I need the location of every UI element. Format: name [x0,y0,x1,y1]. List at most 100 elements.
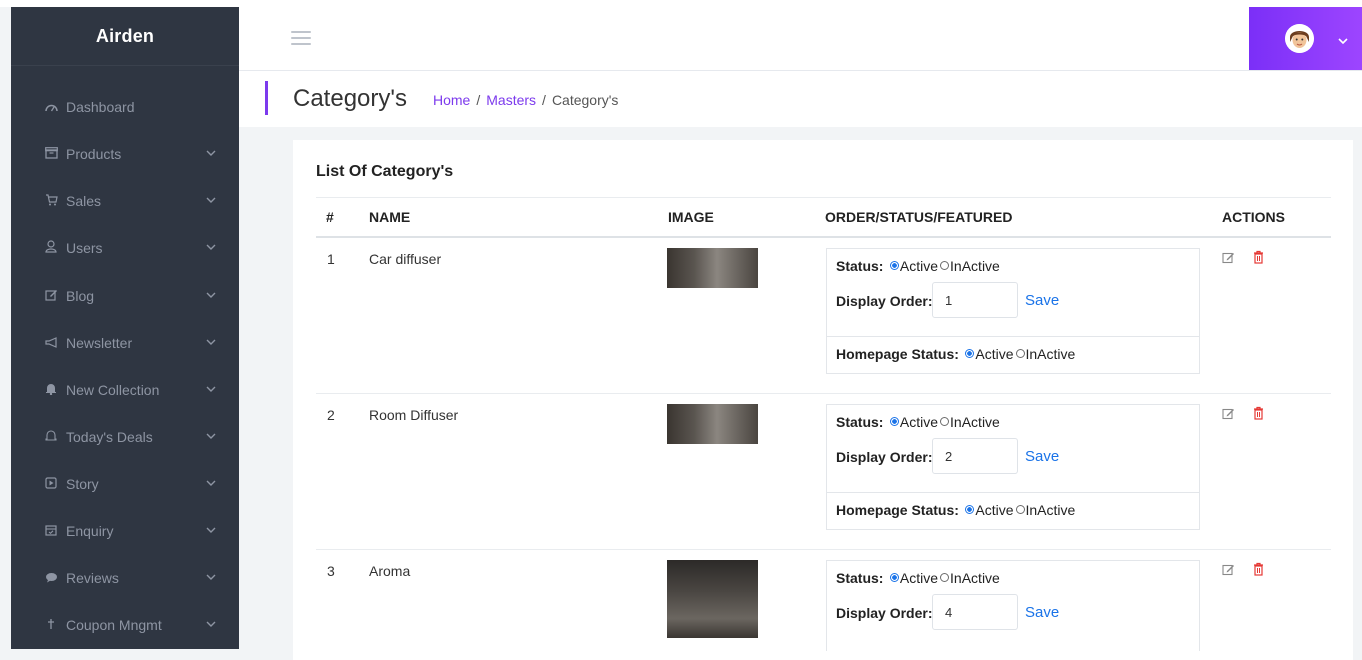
card-title: List Of Category's [316,163,454,180]
chevron-down-icon [205,430,217,442]
homepage-active-radio[interactable] [965,349,975,359]
cart-icon [40,193,62,209]
column-header-actions: ACTIONS [1222,209,1285,225]
display-order-label: Display Order [836,293,928,309]
top-header [239,7,1362,71]
edit-icon[interactable] [1222,251,1235,269]
sidebar-item-dashboard[interactable]: Dashboard [11,87,239,127]
homepage-status-panel: Homepage Status: Active InActive [826,492,1200,530]
delete-icon[interactable] [1253,250,1264,269]
radio-label: InActive [950,414,1000,430]
bell-icon [40,382,62,398]
sidebar-item-enquiry[interactable]: Enquiry [11,511,239,551]
box-icon [40,146,62,162]
display-order-input[interactable] [932,438,1018,474]
sidebar-item-products[interactable]: Products [11,134,239,174]
edit-icon[interactable] [1222,563,1235,581]
chevron-down-icon [205,289,217,301]
sidebar-item-reviews[interactable]: Reviews [11,558,239,598]
sidebar-item-label: Reviews [66,570,119,586]
row-number: 2 [327,407,335,423]
calendar-icon [40,524,62,539]
sidebar-item-todays-deals[interactable]: Today's Deals [11,417,239,457]
sidebar-item-label: Enquiry [66,523,114,539]
brand-logo[interactable]: Airden [11,7,239,66]
sidebar-item-sales[interactable]: Sales [11,181,239,221]
display-order-input[interactable] [932,594,1018,630]
category-image [667,404,758,444]
title-accent-bar [265,81,268,115]
chat-icon [40,571,62,586]
breadcrumb-separator: / [542,92,546,108]
chevron-down-icon [205,571,217,583]
row-number: 3 [327,563,335,579]
homepage-inactive-radio[interactable] [1015,505,1025,515]
chevron-down-icon [205,194,217,206]
breadcrumb-home-link[interactable]: Home [433,92,470,108]
menu-toggle-icon[interactable] [291,31,311,47]
status-active-radio[interactable] [889,261,899,271]
sidebar: Airden Dashboard Products Sales Users Bl… [11,7,239,649]
homepage-active-radio[interactable] [965,505,975,515]
breadcrumb: Home / Masters / Category's [433,92,618,108]
sidebar-item-story[interactable]: Story [11,464,239,504]
sidebar-item-blog[interactable]: Blog [11,276,239,316]
category-name: Car diffuser [369,251,442,267]
delete-icon[interactable] [1253,562,1264,581]
radio-label: Active [975,502,1014,518]
display-order-label: Display Order [836,449,928,465]
homepage-status-panel: Homepage Status: Active InActive [826,336,1200,374]
avatar [1285,24,1314,53]
homepage-status-label: Homepage Status [836,346,955,362]
column-header-num: # [326,209,334,225]
save-button[interactable]: Save [1025,604,1059,621]
category-name: Aroma [369,563,411,579]
top-strip [0,0,1362,7]
edit-icon [40,289,62,304]
row-number: 1 [327,251,335,267]
page-header: Category's Home / Masters / Category's [239,71,1362,127]
column-header-name: NAME [369,209,411,225]
sidebar-item-label: New Collection [66,382,160,398]
delete-icon[interactable] [1253,406,1264,425]
sidebar-item-new-collection[interactable]: New Collection [11,370,239,410]
homepage-inactive-radio[interactable] [1015,349,1025,359]
radio-label: Active [899,414,939,430]
chevron-down-icon [205,524,217,536]
sidebar-item-label: Users [66,240,103,256]
radio-label: Active [975,346,1014,362]
sidebar-item-users[interactable]: Users [11,228,239,268]
save-button[interactable]: Save [1025,448,1059,465]
status-active-radio[interactable] [889,417,899,427]
chevron-down-icon [205,477,217,489]
chevron-down-icon [205,336,217,348]
play-icon [40,476,62,492]
edit-icon[interactable] [1222,407,1235,425]
coupon-icon [40,618,62,633]
category-list-card: List Of Category's # NAME IMAGE ORDER/ST… [293,140,1353,660]
status-panel: Status: ActiveInActive Display Order: Sa… [826,404,1200,495]
table-header-divider [316,236,1331,238]
status-inactive-radio[interactable] [940,417,950,427]
user-menu[interactable] [1249,7,1362,70]
chevron-down-icon [205,241,217,253]
column-header-image: IMAGE [668,209,714,225]
status-panel: Status: ActiveInActive Display Order: Sa… [826,560,1200,651]
radio-label: Active [899,258,939,274]
row-divider [316,549,1331,550]
sidebar-item-newsletter[interactable]: Newsletter [11,323,239,363]
category-name: Room Diffuser [369,407,459,423]
save-button[interactable]: Save [1025,292,1059,309]
chevron-down-icon [205,383,217,395]
sidebar-item-label: Blog [66,288,95,304]
display-order-input[interactable] [932,282,1018,318]
status-inactive-radio[interactable] [940,573,950,583]
sidebar-item-label: Story [66,476,99,492]
radio-label: InActive [950,258,1000,274]
radio-label: InActive [1025,502,1076,518]
status-active-radio[interactable] [889,573,899,583]
sidebar-item-coupon[interactable]: Coupon Mngmt [11,605,239,645]
chevron-down-icon [205,618,217,630]
breadcrumb-masters-link[interactable]: Masters [486,92,536,108]
status-inactive-radio[interactable] [940,261,950,271]
